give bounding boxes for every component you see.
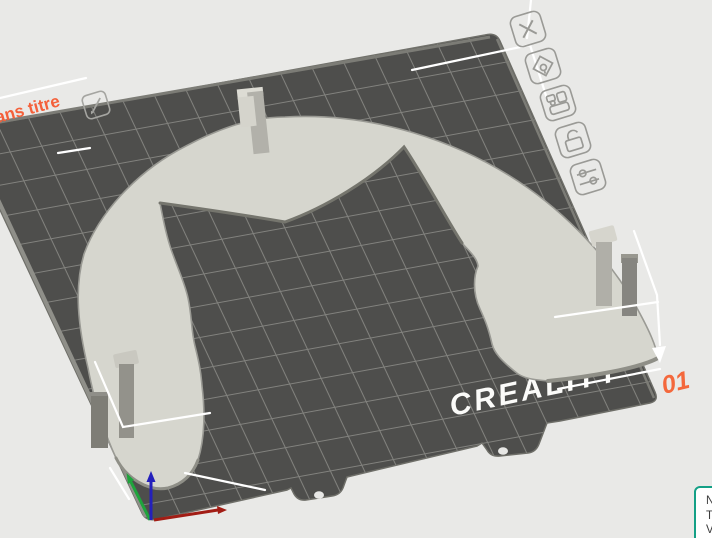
plate-tab-hole: [498, 447, 508, 455]
plate-tab-hole: [314, 491, 324, 499]
sliders-icon: [576, 168, 600, 186]
model-post-left-b[interactable]: [90, 392, 108, 448]
plate-info-tooltip: Nom Taille Volume: [694, 486, 712, 538]
tooltip-line-volume: Volume: [706, 524, 712, 536]
orient-plate-button[interactable]: [524, 47, 563, 86]
plate-settings-button[interactable]: [569, 158, 608, 197]
tooltip-line-name: Nom: [706, 495, 712, 507]
lock-plate-button[interactable]: [554, 121, 593, 160]
3d-scene: CREALITY Sans titre 01: [0, 0, 693, 522]
slicer-viewport: CREALITY Sans titre 01 N T V: [0, 0, 712, 538]
arrange-icon: [545, 90, 571, 116]
tooltip-line-size: Taille: [706, 509, 712, 522]
unlock-icon: [564, 129, 584, 153]
delete-plate-button[interactable]: [509, 10, 548, 49]
plate-number-label: 01: [659, 366, 693, 400]
